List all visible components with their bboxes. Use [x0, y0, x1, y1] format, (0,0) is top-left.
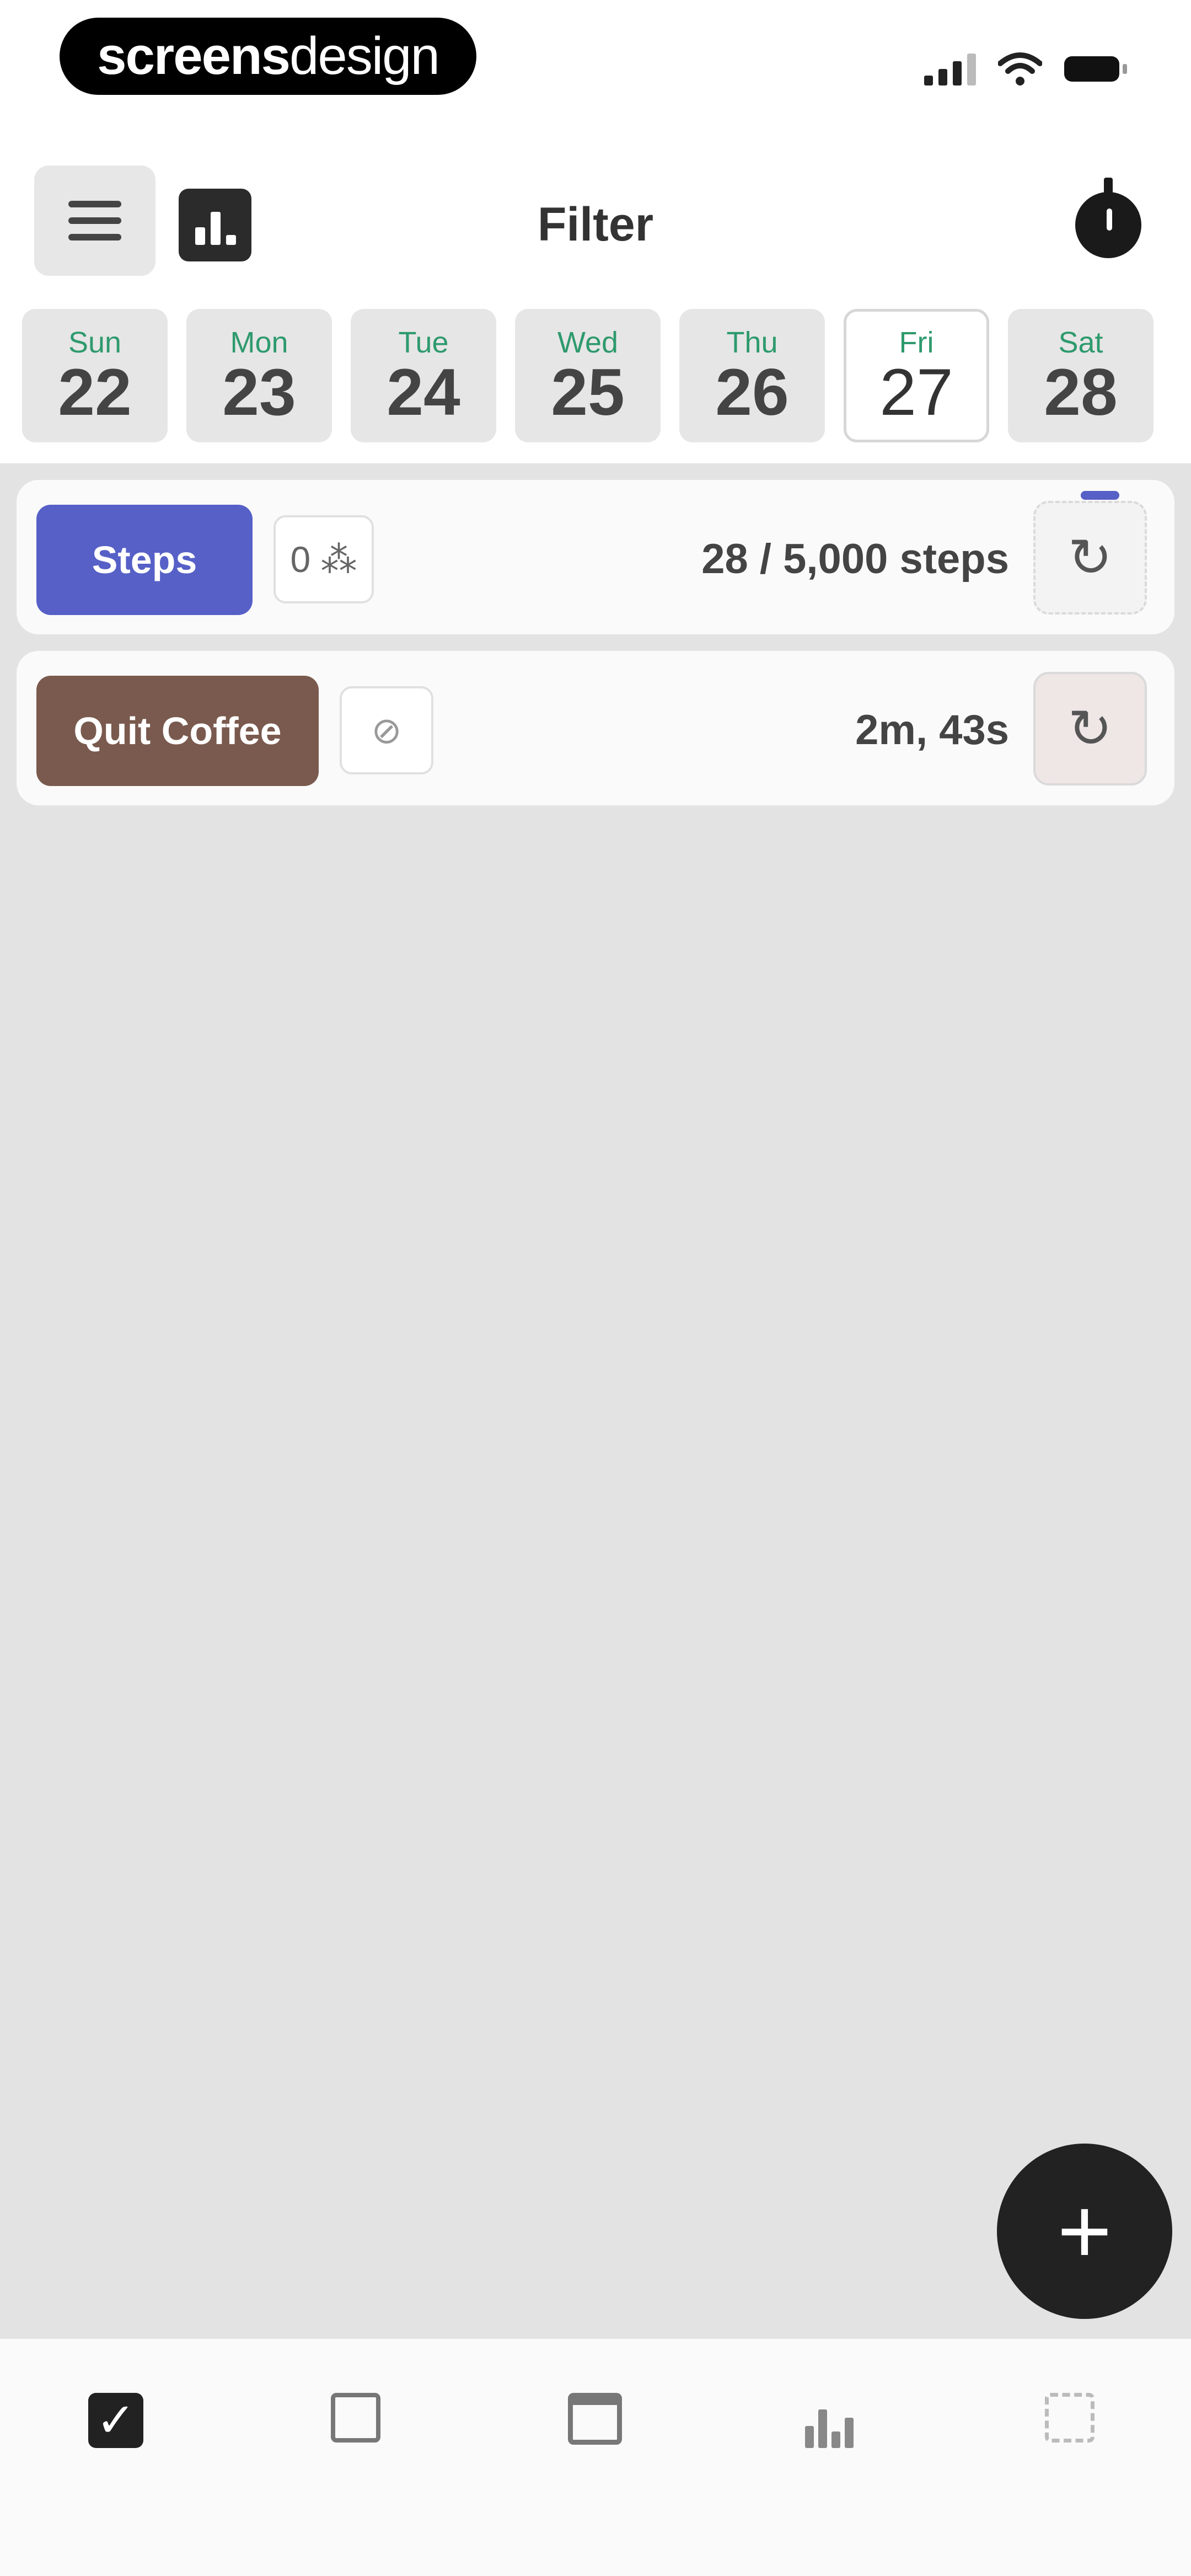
day-mon[interactable]: Mon 23	[186, 309, 332, 442]
habit-pill-steps[interactable]: Steps	[36, 505, 253, 615]
habit-card-steps: Steps 0 ⁂ 28 / 5,000 steps ↻	[17, 480, 1174, 634]
tab-stats[interactable]	[805, 2393, 871, 2459]
tab-journal[interactable]	[331, 2393, 397, 2459]
checkbox-icon: ✓	[88, 2393, 143, 2448]
habit-blocked-chip[interactable]: ⊘	[340, 686, 433, 774]
habit-card-quit-coffee: Quit Coffee ⊘ 2m, 43s ↻	[17, 651, 1174, 805]
status-icons	[924, 50, 1127, 88]
habit-progress-value: 28 / 5,000 steps	[701, 536, 1009, 582]
add-habit-button[interactable]: +	[997, 2144, 1172, 2319]
tab-habits[interactable]: ✓	[88, 2393, 154, 2459]
header: Filter	[0, 127, 1191, 303]
notification-indicator	[1081, 491, 1119, 500]
day-sun[interactable]: Sun 22	[22, 309, 168, 442]
brand-light: design	[289, 26, 440, 85]
page-title: Filter	[537, 198, 654, 251]
stopwatch-button[interactable]	[1075, 178, 1141, 258]
tab-settings[interactable]	[1045, 2393, 1111, 2459]
day-fri-selected[interactable]: Fri 27	[844, 309, 989, 442]
bottom-tab-bar: ✓	[0, 2339, 1191, 2576]
brand-logo: screensdesign	[60, 18, 476, 95]
refresh-icon: ↻	[1067, 528, 1113, 587]
settings-icon	[1045, 2393, 1095, 2443]
calendar-icon	[568, 2393, 622, 2445]
refresh-icon: ↻	[1067, 699, 1113, 758]
refresh-button-steps[interactable]: ↻	[1033, 501, 1147, 614]
status-bar: screensdesign	[0, 0, 1191, 127]
habit-streak-chip[interactable]: 0 ⁂	[273, 515, 374, 603]
stats-icon	[805, 2404, 871, 2448]
refresh-button-coffee[interactable]: ↻	[1033, 672, 1147, 785]
wifi-icon	[998, 52, 1042, 85]
habit-pill-quit-coffee[interactable]: Quit Coffee	[36, 676, 319, 786]
day-thu[interactable]: Thu 26	[679, 309, 825, 442]
day-selector: Sun 22 Mon 23 Tue 24 Wed 25 Thu 26 Fri 2…	[22, 309, 1154, 442]
brand-bold: screens	[97, 26, 291, 85]
habit-elapsed-value: 2m, 43s	[855, 707, 1009, 753]
tab-calendar[interactable]	[568, 2393, 634, 2459]
day-wed[interactable]: Wed 25	[515, 309, 661, 442]
habit-list: Steps 0 ⁂ 28 / 5,000 steps ↻ Quit Coffee…	[0, 463, 1191, 2339]
day-tue[interactable]: Tue 24	[351, 309, 496, 442]
journal-icon	[331, 2393, 380, 2443]
battery-icon	[1064, 56, 1127, 82]
signal-icon	[924, 52, 976, 85]
day-sat[interactable]: Sat 28	[1008, 309, 1154, 442]
